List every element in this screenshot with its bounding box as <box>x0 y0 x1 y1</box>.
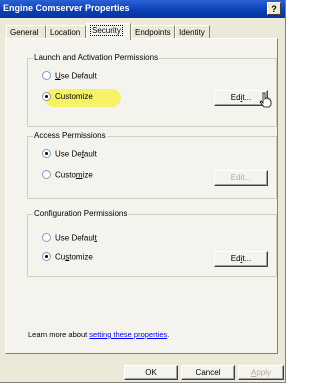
radio-label: Use Default <box>55 233 97 243</box>
access-use-default-radio[interactable]: Use Default <box>42 149 97 161</box>
radio-circle <box>42 170 51 180</box>
tab-identity[interactable]: Identity <box>175 25 210 39</box>
radio-label: Customize <box>55 252 93 262</box>
access-permissions-group: Access Permissions Use Default Customize… <box>27 131 277 199</box>
title-bar[interactable]: Engine Comserver Properties ? <box>0 0 285 18</box>
setting-properties-link[interactable]: setting these properties <box>89 330 167 339</box>
window-title: Engine Comserver Properties <box>3 3 130 13</box>
apply-button[interactable]: Apply <box>238 365 284 380</box>
tab-location[interactable]: Location <box>46 25 86 39</box>
group-title: Launch and Activation Permissions <box>33 53 160 62</box>
access-edit-button[interactable]: Edit... <box>214 170 268 186</box>
help-button[interactable]: ? <box>267 2 281 15</box>
learn-more-text: Learn more about setting these propertie… <box>28 330 170 339</box>
hand-cursor-icon <box>259 92 272 108</box>
config-edit-button[interactable]: Edit... <box>214 251 268 267</box>
radio-label: Customize <box>55 92 93 102</box>
launch-activation-group: Launch and Activation Permissions Use De… <box>27 53 277 127</box>
radio-label: Use Default <box>55 71 97 81</box>
tab-general[interactable]: General <box>6 25 46 39</box>
radio-label: Use Default <box>55 149 97 159</box>
properties-dialog: Engine Comserver Properties ? General Lo… <box>0 0 286 383</box>
radio-circle <box>42 252 51 262</box>
group-title: Access Permissions <box>33 131 107 140</box>
tab-security[interactable]: Security <box>86 23 131 40</box>
radio-circle <box>42 71 51 81</box>
radio-circle <box>42 149 51 159</box>
launch-customize-radio[interactable]: Customize <box>42 89 121 107</box>
launch-use-default-radio[interactable]: Use Default <box>42 71 97 83</box>
configuration-permissions-group: Configuration Permissions Use Default Cu… <box>27 209 277 277</box>
tab-endpoints[interactable]: Endpoints <box>131 25 175 39</box>
access-customize-radio[interactable]: Customize <box>42 170 93 182</box>
radio-circle <box>42 233 51 243</box>
ok-button[interactable]: OK <box>124 365 178 380</box>
config-use-default-radio[interactable]: Use Default <box>42 233 97 245</box>
radio-label: Customize <box>55 170 93 180</box>
config-customize-radio[interactable]: Customize <box>42 252 93 264</box>
cancel-button[interactable]: Cancel <box>181 365 235 380</box>
group-title: Configuration Permissions <box>33 209 129 218</box>
